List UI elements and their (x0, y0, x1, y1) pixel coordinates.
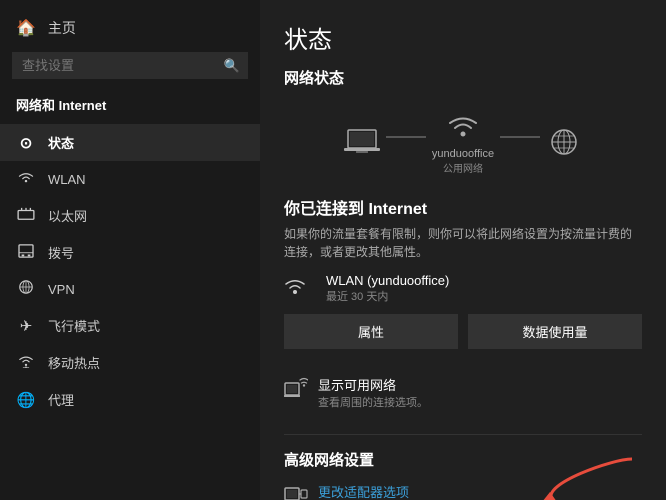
adapter-title[interactable]: 更改适配器选项 (318, 482, 483, 500)
page-title: 状态 (284, 20, 642, 55)
wlan-time: 最近 30 天内 (326, 288, 449, 304)
available-info: 显示可用网络 查看周围的连接选项。 (318, 375, 428, 410)
sidebar-item-ethernet[interactable]: 以太网 (0, 197, 260, 234)
wlan-icon (16, 170, 36, 188)
wlan-row: WLAN (yunduooffice) 最近 30 天内 (284, 273, 642, 304)
network-diagram: yunduooffice 公用网络 (284, 102, 642, 181)
sidebar-item-vpn[interactable]: VPN (0, 271, 260, 307)
dialup-icon (16, 244, 36, 262)
sidebar-item-label: WLAN (48, 172, 86, 187)
sidebar-section-title: 网络和 Internet (0, 89, 260, 124)
wlan-info: WLAN (yunduooffice) 最近 30 天内 (326, 273, 449, 304)
sidebar-item-label: 拨号 (48, 243, 74, 262)
sidebar-item-status[interactable]: ⊙ 状态 (0, 124, 260, 161)
sidebar-item-hotspot[interactable]: 移动热点 (0, 344, 260, 381)
network-type-label: 公用网络 (443, 160, 483, 175)
search-box: 🔍 (12, 52, 248, 79)
search-icon[interactable]: 🔍 (224, 58, 240, 74)
net-line-1 (386, 136, 426, 138)
arrow-annotation: 知乎 @不言 (522, 454, 642, 500)
sidebar-item-proxy[interactable]: 🌐 代理 (0, 381, 260, 418)
sidebar-item-wlan[interactable]: WLAN (0, 161, 260, 197)
net-line-2 (500, 136, 540, 138)
sidebar-item-dialup[interactable]: 拨号 (0, 234, 260, 271)
properties-button[interactable]: 属性 (284, 314, 458, 349)
connected-title: 你已连接到 Internet (284, 195, 642, 219)
search-input[interactable] (12, 52, 248, 79)
vpn-icon (16, 280, 36, 298)
available-networks-row[interactable]: 显示可用网络 查看周围的连接选项。 (284, 367, 642, 418)
network-status-title: 网络状态 (284, 67, 642, 88)
wifi-icon-center: yunduooffice 公用网络 (432, 112, 494, 175)
sidebar-home[interactable]: 🏠 主页 (0, 10, 260, 46)
hotspot-icon (16, 354, 36, 372)
wlan-name: WLAN (yunduooffice) (326, 273, 449, 288)
sidebar-item-airplane[interactable]: ✈ 飞行模式 (0, 307, 260, 344)
ethernet-icon (16, 207, 36, 225)
globe-icon (546, 127, 582, 161)
airplane-icon: ✈ (16, 317, 36, 335)
action-buttons: 属性 数据使用量 (284, 314, 642, 349)
adapter-icon (284, 484, 308, 500)
sidebar: 🏠 主页 🔍 网络和 Internet ⊙ 状态 WLAN (0, 0, 260, 500)
sidebar-item-label: 代理 (48, 390, 74, 409)
sidebar-item-label: VPN (48, 282, 75, 297)
divider (284, 434, 642, 435)
sidebar-item-label: 状态 (48, 133, 74, 152)
available-icon (284, 377, 308, 404)
status-icon: ⊙ (16, 134, 36, 152)
available-title: 显示可用网络 (318, 375, 428, 394)
sidebar-item-label: 飞行模式 (48, 316, 100, 335)
advanced-row: 更改适配器选项 查看网络适配器并更改连接设置。 知乎 @不言 (284, 482, 642, 500)
proxy-icon: 🌐 (16, 391, 36, 409)
data-usage-button[interactable]: 数据使用量 (468, 314, 642, 349)
wlan-status-icon (284, 277, 316, 300)
home-icon: 🏠 (16, 18, 36, 38)
laptop-icon (344, 128, 380, 160)
sidebar-item-label: 以太网 (48, 206, 87, 225)
connected-desc: 如果你的流量套餐有限制，则你可以将此网络设置为按流量计费的连接，或者更改其他属性… (284, 225, 642, 261)
available-sub: 查看周围的连接选项。 (318, 394, 428, 410)
network-name-label: yunduooffice (432, 148, 494, 160)
sidebar-item-label: 移动热点 (48, 353, 100, 372)
main-content: 状态 网络状态 yunduooffice 公用网络 (260, 0, 666, 500)
adapter-info: 更改适配器选项 查看网络适配器并更改连接设置。 (318, 482, 483, 500)
sidebar-home-label: 主页 (48, 18, 76, 38)
